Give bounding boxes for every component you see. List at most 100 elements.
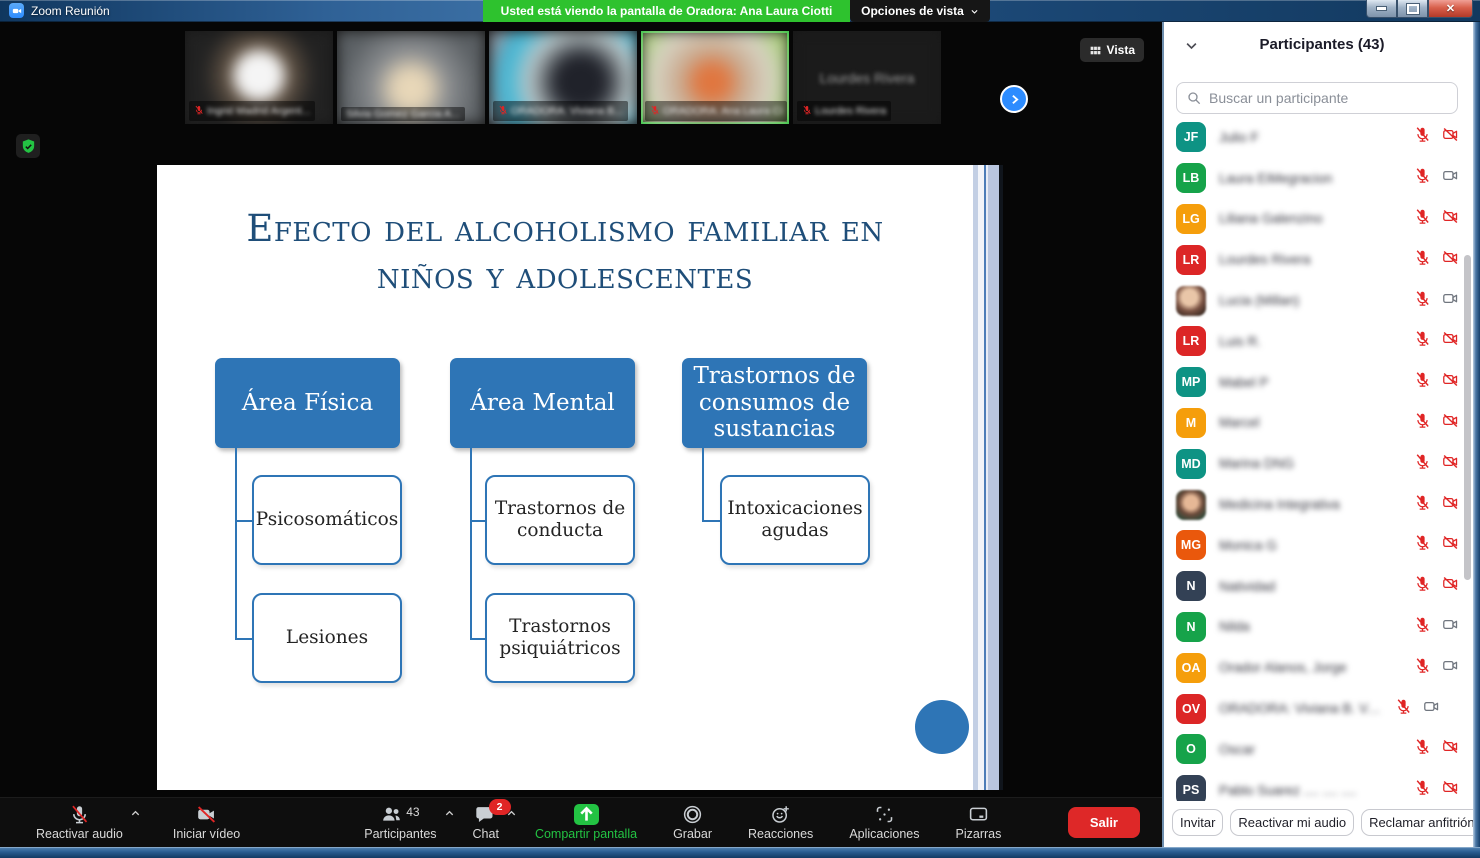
- participant-row[interactable]: LR Lourdes Rivera: [1164, 239, 1471, 280]
- mic-off-icon: [69, 803, 90, 825]
- close-icon: ✕: [1446, 2, 1455, 15]
- tile-name-text: ORADORA: Ana Laura Ciott: [663, 105, 782, 117]
- mic-muted-icon: [1414, 575, 1431, 597]
- toolbar-participants-button[interactable]: 43Participantes: [354, 801, 446, 844]
- toolbar-reactions-button[interactable]: Reacciones: [738, 801, 823, 844]
- chevron-up-icon[interactable]: [444, 808, 455, 819]
- camera-on-icon: [1423, 698, 1440, 720]
- diagram-child-box: Lesiones: [252, 593, 402, 683]
- chevron-up-icon[interactable]: [506, 808, 517, 819]
- chevron-right-icon: [1008, 93, 1021, 106]
- participant-row[interactable]: LGLiliana Galenzino: [1164, 199, 1471, 240]
- video-tile[interactable]: Lourdes RiveraLourdes Rivera: [793, 31, 941, 124]
- participant-row[interactable]: MDMarina DNG: [1164, 443, 1471, 484]
- next-videos-button[interactable]: [1000, 85, 1028, 113]
- participant-row[interactable]: JFJulio F: [1164, 117, 1471, 158]
- participant-name: Lourdes Rivera: [1219, 252, 1406, 267]
- participant-status-icons: [1414, 657, 1459, 679]
- participant-status-icons: [1414, 453, 1459, 475]
- toolbar-chat-button[interactable]: 2Chat: [463, 801, 509, 844]
- mic-muted-icon: [1414, 616, 1431, 638]
- diagram-child-label: Intoxicaciones agudas: [726, 498, 864, 542]
- vista-button[interactable]: Vista: [1080, 38, 1144, 62]
- avatar-initials: LR: [1183, 253, 1200, 267]
- participants-title: Participantes (43): [1164, 36, 1480, 53]
- participant-avatar: JF: [1176, 122, 1206, 152]
- security-shield-badge[interactable]: [16, 134, 40, 158]
- participant-row[interactable]: Lucia (Millan): [1164, 280, 1471, 321]
- diagram-child-box: Intoxicaciones agudas: [720, 475, 870, 565]
- toolbar-share-button[interactable]: Compartir pantalla: [525, 801, 647, 844]
- camera-off-icon: [1442, 575, 1459, 597]
- participant-name: Oscar: [1219, 742, 1406, 757]
- participant-row[interactable]: NNilda: [1164, 607, 1471, 648]
- video-tile[interactable]: Ingrid Madrid Argent...: [185, 31, 333, 124]
- participant-name: Medicina Integrativa: [1219, 497, 1406, 512]
- video-tile[interactable]: ORADORA: Viviana B...: [489, 31, 637, 124]
- participants-header: Participantes (43): [1164, 22, 1480, 66]
- diagram-child-label: Trastornos psiquiátricos: [491, 616, 629, 660]
- close-button[interactable]: ✕: [1428, 0, 1473, 18]
- participant-name: Luis R.: [1219, 334, 1406, 349]
- camera-off-icon: [1442, 453, 1459, 475]
- toolbar-apps-button[interactable]: Aplicaciones: [839, 801, 929, 844]
- muted-mic-icon: [194, 102, 204, 120]
- camera-off-icon: [1442, 371, 1459, 393]
- connector-horizontal: [702, 520, 720, 522]
- mic-muted-icon: [1414, 126, 1431, 148]
- avatar-initials: LR: [1183, 334, 1200, 348]
- toolbar-label: Iniciar vídeo: [173, 827, 240, 841]
- toolbar-unmute-button[interactable]: Reactivar audio: [26, 801, 133, 844]
- diagram-header-label: Área Física: [242, 390, 373, 416]
- participant-avatar: LG: [1176, 204, 1206, 234]
- leave-button[interactable]: Salir: [1068, 807, 1140, 838]
- connector-horizontal: [470, 638, 485, 640]
- participant-row[interactable]: LR Luis R.: [1164, 321, 1471, 362]
- participant-row[interactable]: OAOrador Alanos, Jorge: [1164, 647, 1471, 688]
- participant-row[interactable]: MMarcel: [1164, 403, 1471, 444]
- participant-row[interactable]: MGMonica G: [1164, 525, 1471, 566]
- avatar-initials: O: [1186, 742, 1196, 756]
- unmute-myself-button[interactable]: Reactivar mi audio: [1230, 809, 1354, 836]
- tile-name-label: ORADORA: Ana Laura Ciott: [645, 101, 787, 121]
- participant-row[interactable]: OVORADORA: Viviana B. VARGAS G...: [1164, 688, 1471, 729]
- participant-count: 43: [406, 805, 419, 819]
- invite-button[interactable]: Invitar: [1172, 809, 1223, 836]
- toolbar-video-button[interactable]: Iniciar vídeo: [163, 801, 250, 844]
- mic-muted-icon: [1414, 534, 1431, 556]
- chevron-up-icon[interactable]: [130, 808, 141, 819]
- participant-row[interactable]: Medicina Integrativa: [1164, 484, 1471, 525]
- search-input[interactable]: [1176, 82, 1458, 114]
- slide-scroll-edge[interactable]: [973, 165, 1003, 790]
- mic-muted-icon: [1414, 412, 1431, 434]
- camera-off-icon: [1442, 208, 1459, 230]
- toolbar-record-button[interactable]: Grabar: [663, 801, 722, 844]
- participant-row[interactable]: LBLaura EiMegracion: [1164, 158, 1471, 199]
- participant-row[interactable]: O Oscar: [1164, 729, 1471, 770]
- window-frame-right: [1473, 22, 1480, 847]
- participant-name: Pablo Suarez .... .... ....: [1219, 783, 1406, 798]
- camera-on-icon: [1442, 657, 1459, 679]
- participant-row[interactable]: NNatividad: [1164, 566, 1471, 607]
- grid-view-icon: [1089, 44, 1102, 57]
- minimize-button[interactable]: [1366, 0, 1397, 18]
- shield-check-icon: [20, 138, 37, 155]
- video-tile[interactable]: Silvia Gomez Garcia A...: [337, 31, 485, 124]
- participant-row[interactable]: PSPablo Suarez .... .... ....: [1164, 770, 1471, 801]
- camera-off-icon: [1442, 494, 1459, 516]
- participants-panel: Participantes (43) JFJulio FLBLaura EiMe…: [1162, 22, 1480, 847]
- participant-row[interactable]: MPMabel P: [1164, 362, 1471, 403]
- diagram-header-label: Trastornos de consumos de sustancias: [684, 363, 865, 442]
- toolbar-whiteboard-button[interactable]: Pizarras: [946, 801, 1012, 844]
- claim-host-button[interactable]: Reclamar anfitrión: [1361, 809, 1480, 836]
- maximize-button[interactable]: [1397, 0, 1428, 18]
- diagram-child-label: Trastornos de conducta: [491, 498, 629, 542]
- participants-scrollbar[interactable]: [1464, 255, 1471, 580]
- view-options-button[interactable]: Opciones de vista: [850, 0, 990, 22]
- participant-avatar: MP: [1176, 367, 1206, 397]
- camera-off-icon: [1442, 249, 1459, 271]
- participant-avatar: LB: [1176, 163, 1206, 193]
- mic-muted-icon: [1414, 371, 1431, 393]
- whiteboard-icon: [968, 803, 989, 825]
- video-tile[interactable]: ORADORA: Ana Laura Ciott: [641, 31, 789, 124]
